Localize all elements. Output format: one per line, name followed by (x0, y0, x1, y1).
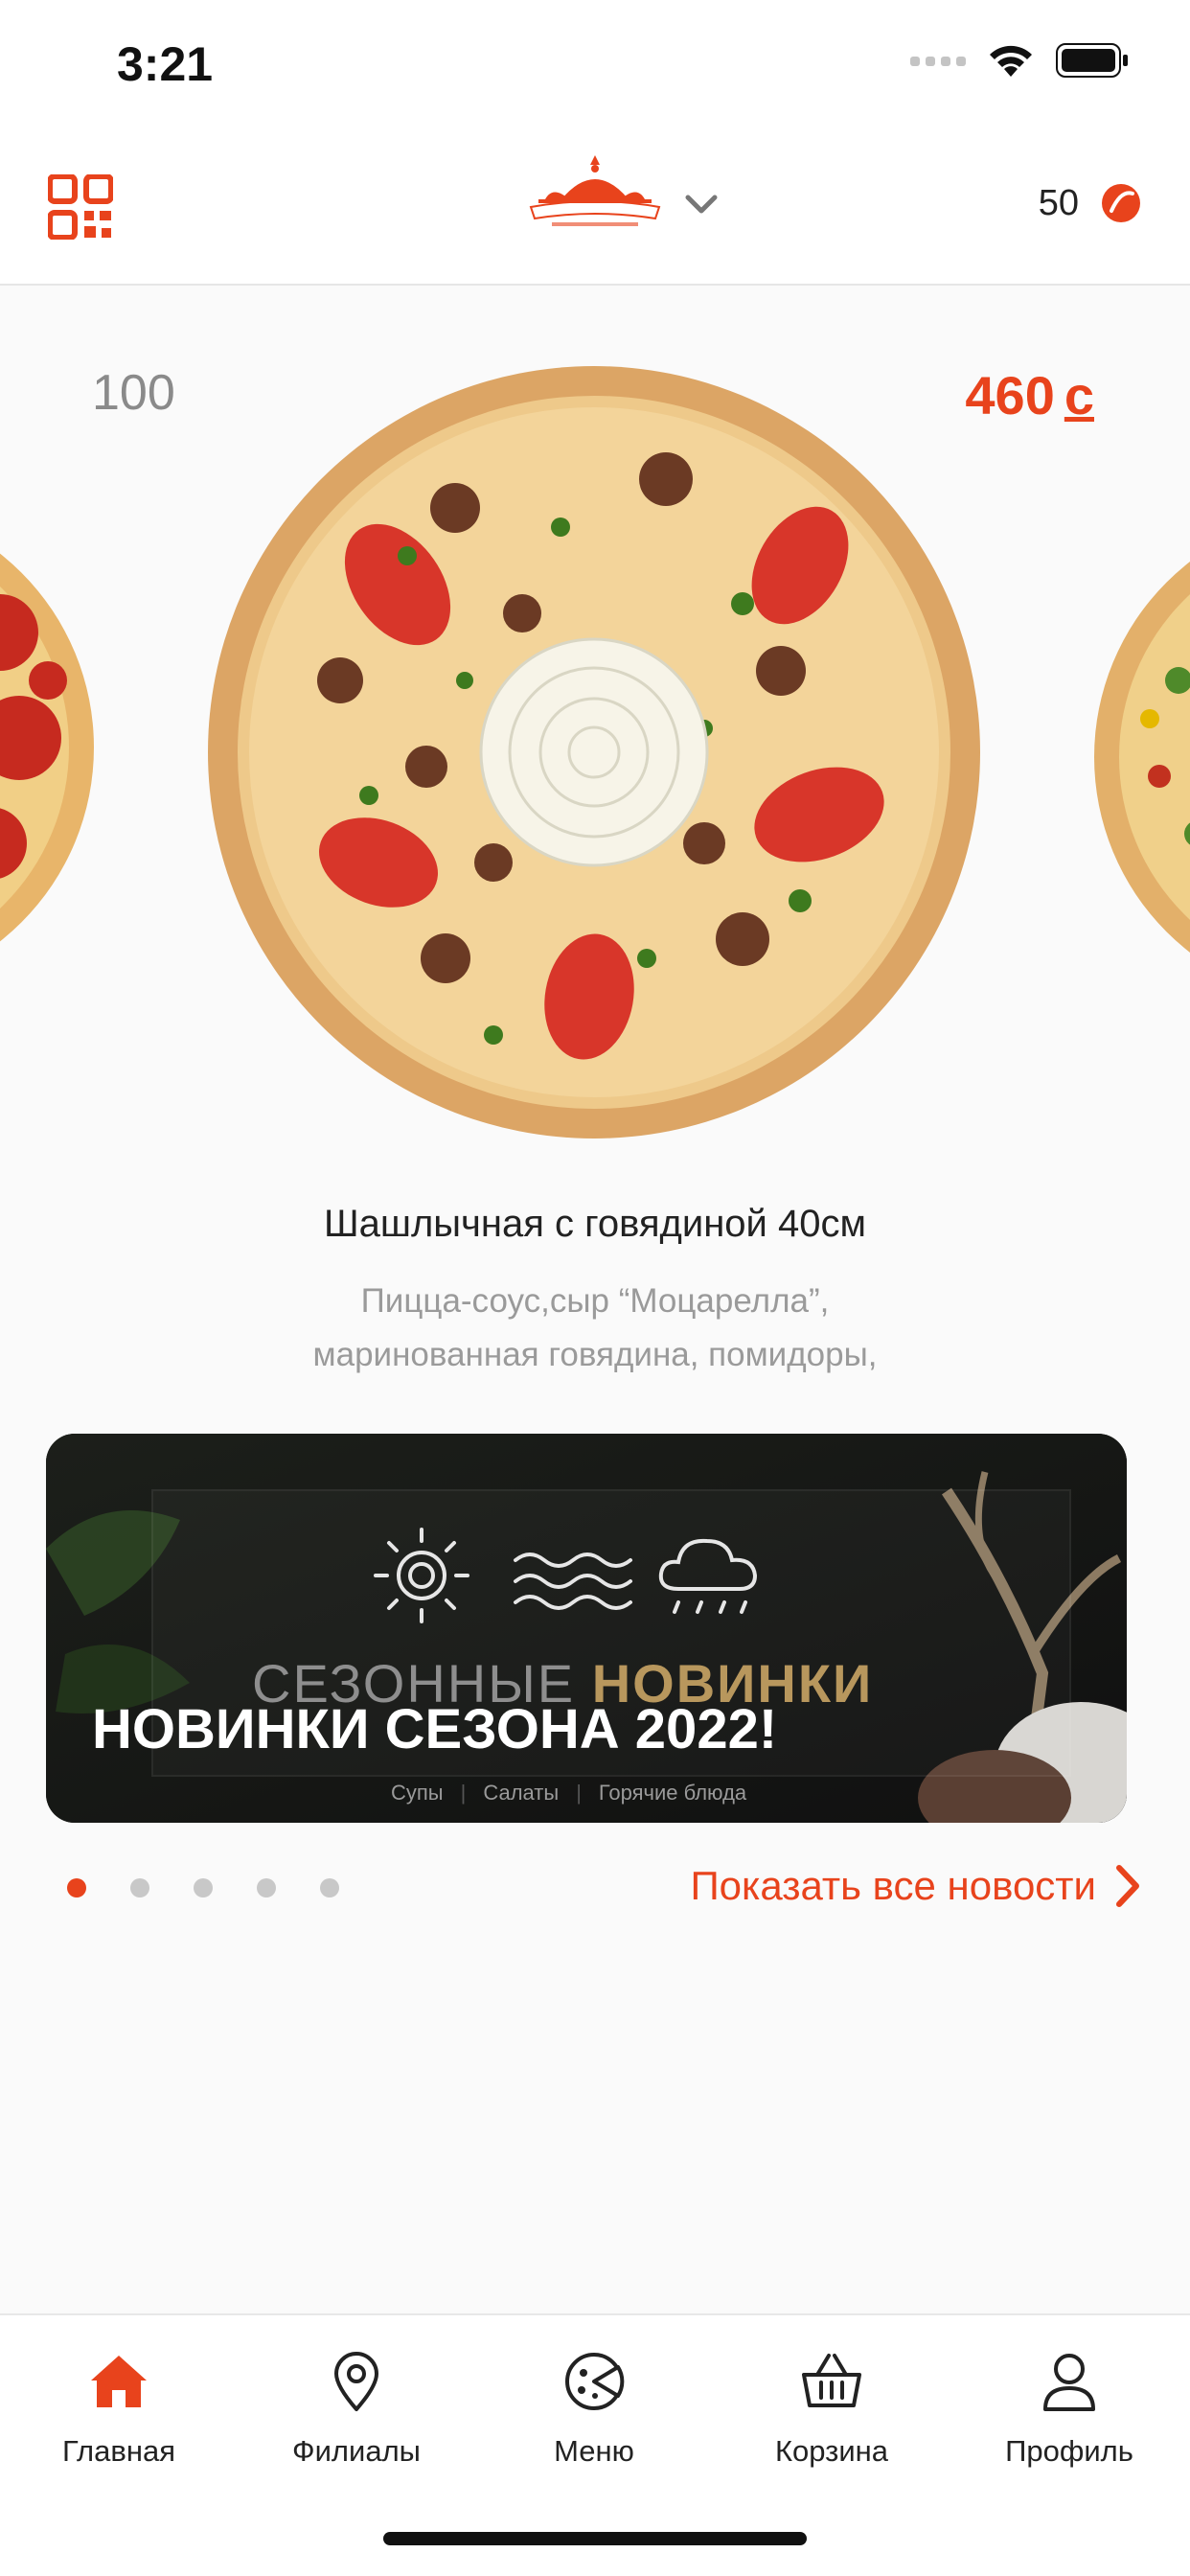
points-value: 50 (1038, 182, 1079, 223)
chevron-right-icon (1116, 1865, 1139, 1907)
tab-profile[interactable]: Профиль (950, 2348, 1188, 2469)
tab-label: Главная (62, 2434, 175, 2468)
status-bar: 3:21 (0, 0, 1190, 125)
pizza-icon (565, 2353, 625, 2410)
pagination-dot[interactable] (130, 1878, 149, 1898)
user-icon (1043, 2354, 1095, 2411)
product-price: 460 с (965, 364, 1094, 426)
home-icon (91, 2356, 147, 2407)
status-time: 3:21 (117, 37, 214, 91)
banner-title: НОВИНКИ СЕЗОНА 2022! (92, 1698, 778, 1760)
weather-icons (374, 1528, 758, 1623)
basket-icon (802, 2354, 861, 2407)
coin-icon (1102, 184, 1140, 222)
banner-tags: Супы | Салаты | Горячие блюда (391, 1781, 747, 1805)
price-currency: с (1064, 365, 1094, 426)
tab-label: Профиль (1005, 2434, 1133, 2468)
signal-icon (910, 57, 966, 66)
tab-home[interactable]: Главная (0, 2348, 238, 2469)
tab-label: Корзина (774, 2434, 889, 2468)
map-pin-icon (334, 2352, 378, 2411)
banner-tag: Супы (391, 1781, 444, 1805)
pagination-dot-active[interactable] (67, 1878, 86, 1898)
banner-pagination (67, 1878, 339, 1898)
app-header: 50 (0, 125, 1190, 286)
tab-label: Филиалы (292, 2434, 421, 2468)
pizza-image-previous[interactable] (0, 498, 96, 997)
news-banner[interactable]: СЕЗОННЫЕ НОВИНКИ НОВИНКИ СЕЗОНА 2022! Су… (46, 1434, 1127, 1823)
pagination-dot[interactable] (194, 1878, 213, 1898)
tab-cart[interactable]: Корзина (713, 2348, 950, 2469)
description-line-1: Пицца-соус,сыр “Моцарелла”, (360, 1282, 830, 1320)
product-description: Пицца-соус,сыр “Моцарелла”, маринованная… (212, 1275, 978, 1380)
product-title: Шашлычная с говядиной 40см (323, 1203, 867, 1245)
show-all-news-link[interactable]: Показать все новости (690, 1863, 1142, 1909)
status-icons (910, 42, 1129, 79)
pizza-image[interactable] (206, 364, 982, 1140)
brand-logo[interactable] (523, 151, 667, 259)
bonus-points[interactable]: 50 (1039, 182, 1142, 224)
qr-code-icon[interactable] (48, 174, 113, 240)
pizza-image-next[interactable] (1092, 508, 1190, 1006)
price-value: 460 (965, 365, 1055, 426)
pagination-dot[interactable] (320, 1878, 339, 1898)
show-all-news-label: Показать все новости (690, 1863, 1096, 1908)
product-weight: 100 (92, 365, 175, 421)
product-carousel[interactable]: 100 460 с Шашлычная с говядиной 40см Пицц… (0, 288, 1190, 1380)
tab-menu[interactable]: Меню (475, 2348, 713, 2469)
tab-label: Меню (554, 2434, 634, 2468)
description-line-2: маринованная говядина, помидоры, (312, 1336, 878, 1373)
tab-branches[interactable]: Филиалы (238, 2348, 475, 2469)
home-indicator[interactable] (383, 2532, 807, 2545)
banner-tag: Горячие блюда (598, 1781, 747, 1805)
pagination-dot[interactable] (257, 1878, 276, 1898)
battery-icon (1056, 43, 1128, 78)
wifi-icon (990, 45, 1032, 77)
banner-tag: Салаты (483, 1781, 560, 1805)
chevron-down-icon[interactable] (682, 190, 721, 218)
logo-graphic (529, 155, 661, 226)
